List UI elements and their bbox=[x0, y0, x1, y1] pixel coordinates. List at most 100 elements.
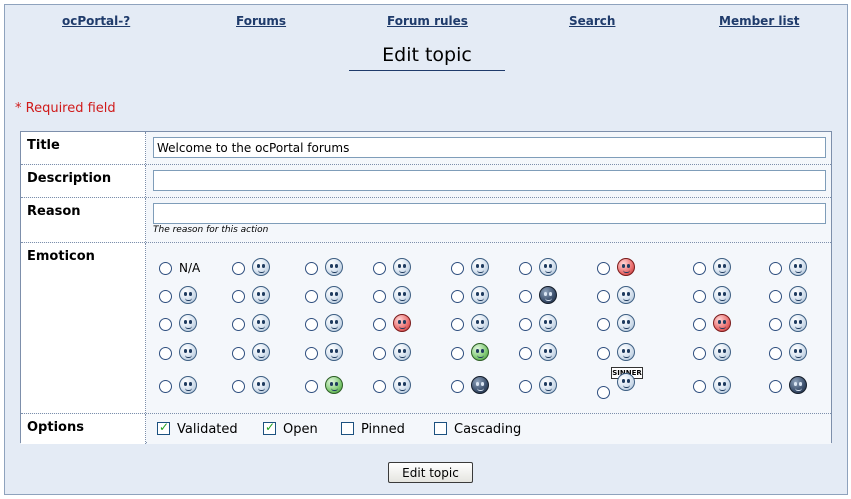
emoticon-radio[interactable] bbox=[305, 262, 318, 275]
emoticon-radio[interactable] bbox=[232, 347, 245, 360]
emoticon-face-icon bbox=[539, 376, 557, 394]
emoticon-radio[interactable] bbox=[305, 380, 318, 393]
cascading-checkbox[interactable] bbox=[434, 422, 447, 435]
emoticon-row: Emoticon N/ASINNER bbox=[21, 243, 831, 414]
emoticon-face-icon bbox=[539, 314, 557, 332]
emoticon-radio[interactable] bbox=[373, 380, 386, 393]
emoticon-radio[interactable] bbox=[232, 262, 245, 275]
validated-label: Validated bbox=[177, 422, 238, 437]
page-title: Edit topic bbox=[349, 42, 505, 71]
emoticon-face-icon bbox=[617, 373, 635, 391]
title-label: Title bbox=[21, 132, 146, 164]
emoticon-radio[interactable] bbox=[693, 318, 706, 331]
emoticon-radio[interactable] bbox=[451, 380, 464, 393]
emoticon-radio[interactable] bbox=[373, 262, 386, 275]
emoticon-face-icon bbox=[252, 343, 270, 361]
emoticon-face-icon bbox=[393, 343, 411, 361]
emoticon-face-icon bbox=[539, 286, 557, 304]
emoticon-radio[interactable] bbox=[519, 262, 532, 275]
emoticon-radio[interactable] bbox=[305, 347, 318, 360]
description-input[interactable] bbox=[153, 170, 826, 191]
emoticon-radio[interactable] bbox=[597, 347, 610, 360]
emoticon-face-icon bbox=[471, 376, 489, 394]
emoticon-face-icon bbox=[617, 314, 635, 332]
emoticon-radio[interactable] bbox=[519, 380, 532, 393]
emoticon-radio[interactable] bbox=[451, 290, 464, 303]
emoticon-face-icon bbox=[713, 314, 731, 332]
open-label: Open bbox=[283, 422, 318, 437]
page-frame: ocPortal-? Forums Forum rules Search Mem… bbox=[4, 4, 848, 495]
emoticon-face-icon bbox=[179, 343, 197, 361]
emoticon-radio[interactable] bbox=[597, 386, 610, 399]
description-row: Description bbox=[21, 165, 831, 198]
emoticon-radio[interactable] bbox=[769, 290, 782, 303]
emoticon-face-icon bbox=[713, 376, 731, 394]
emoticon-face-icon bbox=[393, 314, 411, 332]
emoticon-radio[interactable] bbox=[693, 380, 706, 393]
emoticon-radio[interactable] bbox=[159, 318, 172, 331]
emoticon-radio[interactable] bbox=[597, 318, 610, 331]
emoticon-radio[interactable] bbox=[519, 290, 532, 303]
emoticon-radio[interactable] bbox=[769, 380, 782, 393]
emoticon-radio[interactable] bbox=[769, 347, 782, 360]
emoticon-radio[interactable] bbox=[693, 262, 706, 275]
emoticon-radio[interactable] bbox=[159, 262, 172, 275]
emoticon-radio[interactable] bbox=[232, 318, 245, 331]
emoticon-none-label: N/A bbox=[179, 261, 201, 275]
pinned-checkbox[interactable] bbox=[341, 422, 354, 435]
emoticon-face-icon bbox=[325, 314, 343, 332]
nav-link-ocportal-help[interactable]: ocPortal-? bbox=[62, 14, 130, 28]
nav-link-search[interactable]: Search bbox=[569, 14, 615, 28]
reason-hint: The reason for this action bbox=[153, 225, 269, 235]
nav-link-forum-rules[interactable]: Forum rules bbox=[387, 14, 468, 28]
emoticon-radio[interactable] bbox=[693, 347, 706, 360]
emoticon-face-icon bbox=[713, 286, 731, 304]
emoticon-radio[interactable] bbox=[232, 290, 245, 303]
emoticon-face-icon bbox=[539, 258, 557, 276]
emoticon-face-icon bbox=[713, 343, 731, 361]
emoticon-radio[interactable] bbox=[159, 380, 172, 393]
emoticon-face-icon bbox=[617, 286, 635, 304]
reason-row: Reason The reason for this action bbox=[21, 198, 831, 243]
emoticon-radio[interactable] bbox=[597, 262, 610, 275]
validated-checkbox[interactable] bbox=[157, 420, 170, 435]
emoticon-face-icon bbox=[789, 258, 807, 276]
emoticon-face-icon bbox=[617, 343, 635, 361]
reason-label: Reason bbox=[21, 198, 146, 242]
emoticon-face-icon bbox=[393, 376, 411, 394]
emoticon-radio[interactable] bbox=[597, 290, 610, 303]
required-field-note: * Required field bbox=[15, 101, 116, 116]
emoticon-radio[interactable] bbox=[232, 380, 245, 393]
edit-topic-button[interactable]: Edit topic bbox=[388, 462, 473, 483]
emoticon-radio[interactable] bbox=[519, 347, 532, 360]
emoticon-face-icon bbox=[325, 343, 343, 361]
emoticon-grid: N/ASINNER bbox=[147, 243, 831, 413]
open-checkbox[interactable] bbox=[263, 420, 276, 435]
emoticon-radio[interactable] bbox=[373, 318, 386, 331]
emoticon-radio[interactable] bbox=[451, 262, 464, 275]
emoticon-face-icon bbox=[713, 258, 731, 276]
nav-link-member-list[interactable]: Member list bbox=[719, 14, 800, 28]
emoticon-label: Emoticon bbox=[21, 243, 146, 413]
emoticon-radio[interactable] bbox=[373, 347, 386, 360]
title-input[interactable] bbox=[153, 137, 826, 158]
emoticon-radio[interactable] bbox=[451, 318, 464, 331]
emoticon-face-icon bbox=[179, 376, 197, 394]
reason-input[interactable] bbox=[153, 203, 826, 224]
emoticon-radio[interactable] bbox=[769, 262, 782, 275]
emoticon-face-icon bbox=[252, 286, 270, 304]
emoticon-radio[interactable] bbox=[451, 347, 464, 360]
emoticon-face-icon bbox=[789, 376, 807, 394]
emoticon-radio[interactable] bbox=[373, 290, 386, 303]
emoticon-radio[interactable] bbox=[305, 290, 318, 303]
emoticon-radio[interactable] bbox=[159, 347, 172, 360]
emoticon-face-icon bbox=[393, 258, 411, 276]
nav-link-forums[interactable]: Forums bbox=[236, 14, 286, 28]
emoticon-radio[interactable] bbox=[159, 290, 172, 303]
emoticon-face-icon bbox=[252, 314, 270, 332]
emoticon-face-icon bbox=[179, 286, 197, 304]
emoticon-radio[interactable] bbox=[693, 290, 706, 303]
emoticon-radio[interactable] bbox=[305, 318, 318, 331]
emoticon-radio[interactable] bbox=[519, 318, 532, 331]
emoticon-radio[interactable] bbox=[769, 318, 782, 331]
